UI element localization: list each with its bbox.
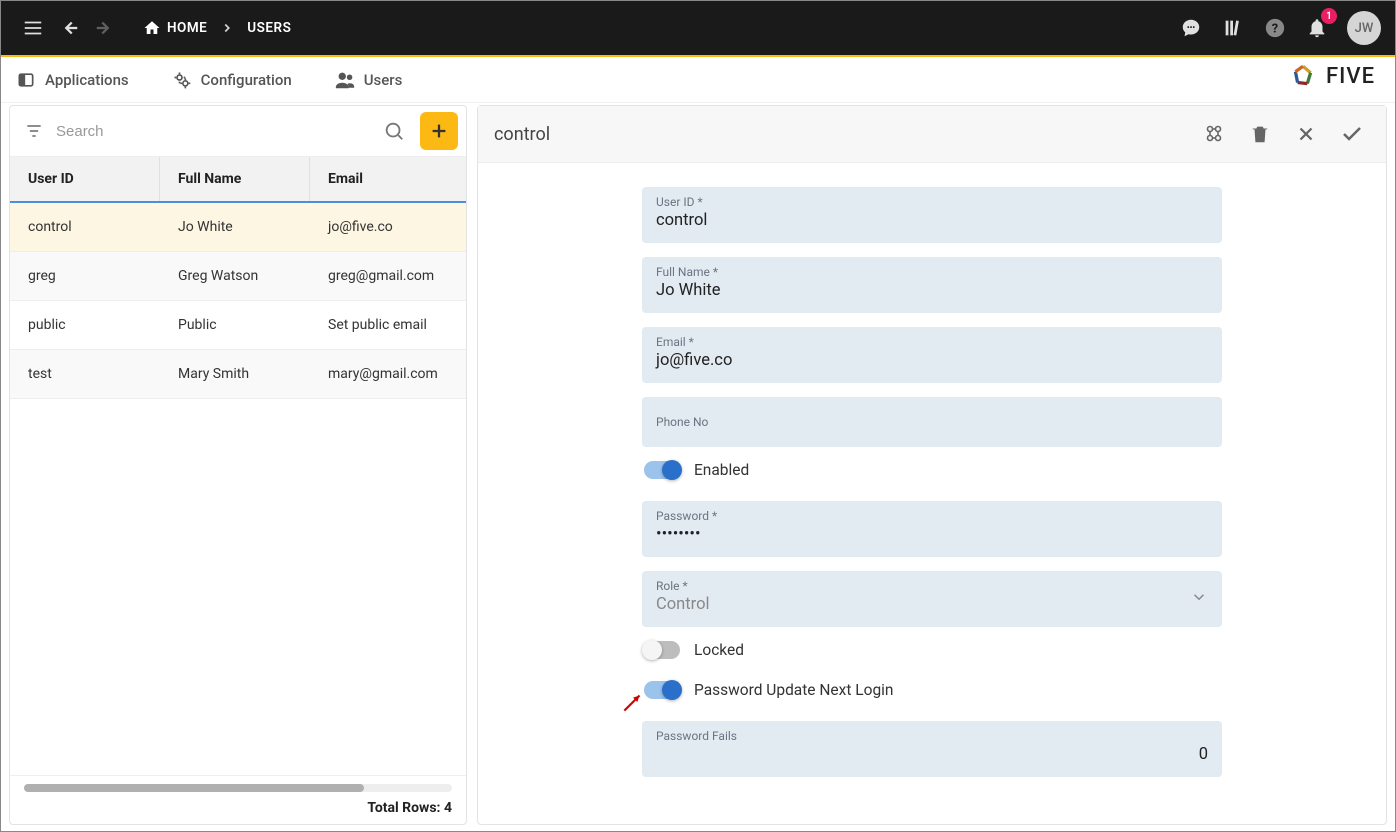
- table-row[interactable]: control Jo White jo@five.co: [10, 203, 466, 252]
- tab-applications-label: Applications: [45, 71, 129, 89]
- breadcrumb: HOME USERS: [143, 19, 291, 37]
- roles-icon[interactable]: [1196, 116, 1232, 152]
- col-user-id[interactable]: User ID: [10, 157, 160, 201]
- save-icon[interactable]: [1334, 116, 1370, 152]
- tab-users[interactable]: Users: [334, 69, 403, 91]
- full-name-field[interactable]: Full Name * Jo White: [642, 257, 1222, 313]
- notification-badge: 1: [1321, 8, 1337, 24]
- breadcrumb-current[interactable]: USERS: [247, 20, 291, 36]
- tab-configuration-label: Configuration: [201, 71, 292, 89]
- help-icon[interactable]: ?: [1257, 10, 1293, 46]
- breadcrumb-home-label: HOME: [167, 20, 207, 36]
- user-id-field[interactable]: User ID * control: [642, 187, 1222, 243]
- brand: FIVE: [1290, 63, 1375, 89]
- breadcrumb-home[interactable]: HOME: [143, 19, 207, 37]
- users-icon: [334, 69, 356, 91]
- notifications-icon[interactable]: 1: [1299, 10, 1335, 46]
- password-fails-field: Password Fails 0: [642, 721, 1222, 777]
- user-list-panel: User ID Full Name Email control Jo White…: [9, 105, 467, 825]
- locked-label: Locked: [694, 641, 744, 659]
- chevron-right-icon: [215, 21, 239, 35]
- brand-name: FIVE: [1326, 64, 1375, 89]
- table-body: control Jo White jo@five.co greg Greg Wa…: [10, 203, 466, 775]
- home-icon: [143, 19, 161, 37]
- search-icon[interactable]: [378, 115, 410, 147]
- horizontal-scrollbar[interactable]: [24, 784, 452, 792]
- gear-icon: [171, 69, 193, 91]
- table-row[interactable]: public Public Set public email: [10, 301, 466, 350]
- tab-users-label: Users: [364, 71, 403, 89]
- detail-title: control: [494, 124, 550, 145]
- password-field[interactable]: Password * ••••••••: [642, 501, 1222, 557]
- tab-configuration[interactable]: Configuration: [171, 69, 292, 91]
- svg-text:?: ?: [1272, 22, 1278, 37]
- password-update-toggle[interactable]: [644, 681, 680, 699]
- locked-toggle[interactable]: [644, 641, 680, 659]
- forward-icon: [87, 10, 123, 46]
- arrow-annotation-icon: [620, 689, 646, 715]
- col-email[interactable]: Email: [310, 157, 466, 201]
- table-row[interactable]: test Mary Smith mary@gmail.com: [10, 350, 466, 399]
- brand-logo-icon: [1290, 63, 1316, 89]
- avatar[interactable]: JW: [1347, 11, 1381, 45]
- close-icon[interactable]: [1288, 116, 1324, 152]
- back-icon[interactable]: [51, 10, 87, 46]
- tab-applications[interactable]: Applications: [15, 69, 129, 91]
- email-field[interactable]: Email * jo@five.co: [642, 327, 1222, 383]
- search-input[interactable]: [56, 123, 372, 140]
- password-update-label: Password Update Next Login: [694, 681, 893, 699]
- col-full-name[interactable]: Full Name: [160, 157, 310, 201]
- chevron-down-icon: [1190, 588, 1208, 610]
- apps-icon: [15, 69, 37, 91]
- role-field[interactable]: Role * Control: [642, 571, 1222, 627]
- user-detail-panel: control User ID *: [477, 105, 1387, 825]
- total-rows: Total Rows: 4: [24, 800, 452, 816]
- chat-icon[interactable]: [1173, 10, 1209, 46]
- menu-icon[interactable]: [15, 10, 51, 46]
- library-icon[interactable]: [1215, 10, 1251, 46]
- topbar: HOME USERS ? 1 JW: [1, 1, 1395, 55]
- filter-icon[interactable]: [18, 115, 50, 147]
- nav-tabs: Applications Configuration Users FIVE: [1, 57, 1395, 103]
- phone-field[interactable]: Phone No: [642, 397, 1222, 447]
- table-row[interactable]: greg Greg Watson greg@gmail.com: [10, 252, 466, 301]
- table-header: User ID Full Name Email: [10, 157, 466, 203]
- enabled-label: Enabled: [694, 461, 749, 479]
- delete-icon[interactable]: [1242, 116, 1278, 152]
- add-button[interactable]: [420, 112, 458, 150]
- enabled-toggle[interactable]: [644, 461, 680, 479]
